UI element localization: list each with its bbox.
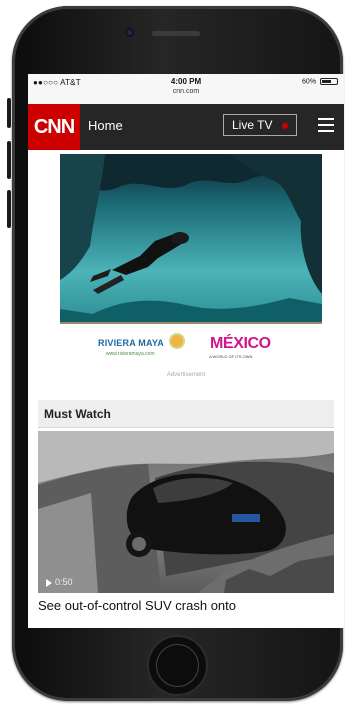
volume-down-button	[7, 190, 11, 228]
front-camera	[125, 28, 134, 37]
video-thumbnail[interactable]: 0:50	[38, 431, 334, 593]
mexico-logo: MÉXICO	[210, 335, 271, 352]
status-time: 4:00 PM	[170, 77, 202, 86]
silent-switch	[7, 98, 11, 128]
sun-icon	[171, 335, 183, 347]
mexico-subtext: A WORLD OF ITS OWN	[209, 354, 253, 359]
volume-up-button	[7, 141, 11, 179]
ad-divider	[60, 322, 322, 324]
cnn-navbar: CNN Home Live TV	[28, 104, 344, 150]
battery-percent: 60%	[302, 78, 317, 86]
diver-ad-image[interactable]	[60, 154, 322, 322]
must-watch-header: Must Watch	[38, 400, 334, 428]
video-headline[interactable]: See out-of-control SUV crash onto	[38, 598, 334, 614]
ad-logos[interactable]: RIVIERA MAYA www.rivieramaya.com MÉXICO …	[60, 332, 322, 366]
live-indicator-icon	[282, 123, 288, 129]
phone-screen: ●●○○○ AT&T 4:00 PM cnn.com 60% CNN Home …	[28, 74, 344, 628]
browser-url[interactable]: cnn.com	[28, 88, 344, 95]
video-duration: 0:50	[46, 577, 73, 587]
battery-icon	[320, 78, 338, 85]
live-tv-label: Live TV	[232, 118, 273, 132]
phone-speaker	[152, 31, 200, 36]
riviera-maya-logo: RIVIERA MAYA	[98, 338, 164, 348]
hamburger-menu-icon[interactable]	[318, 118, 334, 132]
home-link[interactable]: Home	[88, 118, 123, 133]
cnn-logo[interactable]: CNN	[28, 104, 80, 150]
advertisement-label: Advertisement	[166, 372, 206, 378]
home-button[interactable]	[149, 637, 206, 694]
status-icons: 60%	[302, 78, 338, 85]
live-tv-button[interactable]: Live TV	[223, 114, 297, 136]
riviera-maya-subtext: www.rivieramaya.com	[106, 351, 155, 357]
status-bar: ●●○○○ AT&T 4:00 PM cnn.com 60%	[28, 74, 344, 104]
must-watch-title: Must Watch	[44, 407, 111, 421]
play-icon[interactable]	[46, 578, 52, 587]
suv-crash-image	[38, 431, 334, 593]
diver-illustration	[60, 154, 322, 322]
